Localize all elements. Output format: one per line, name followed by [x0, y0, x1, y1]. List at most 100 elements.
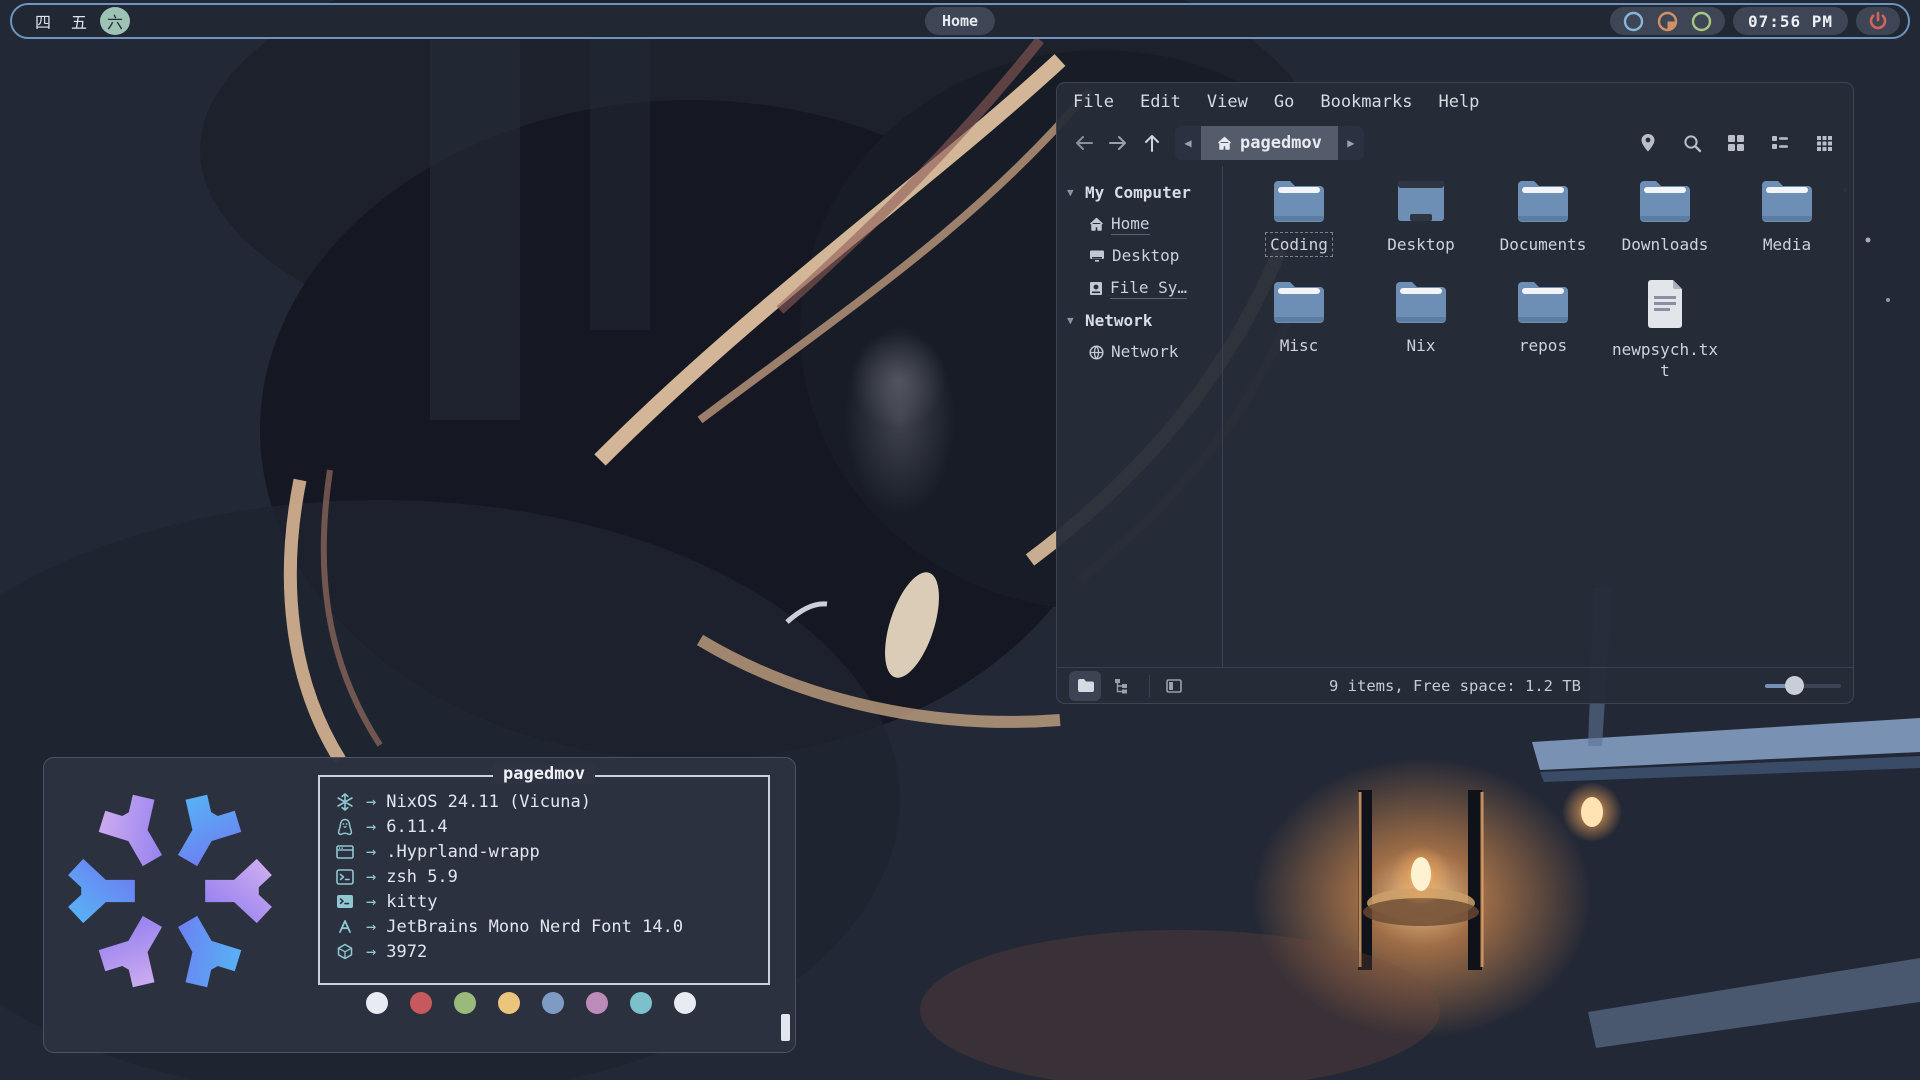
- packages-icon: [334, 943, 356, 960]
- tree-icon: [1113, 678, 1130, 694]
- orange-circle-icon[interactable]: [1657, 11, 1678, 32]
- forward-button[interactable]: [1101, 127, 1135, 159]
- fetch-row-terminal: → kitty: [334, 889, 768, 914]
- expander-icon[interactable]: ▼: [1067, 314, 1077, 327]
- sidebar-item-desktop[interactable]: Desktop: [1067, 240, 1222, 272]
- fastfetch-panel: pagedmov → NixOS 24.11 (Vicuna) → 6.11.4: [318, 775, 770, 985]
- shell-icon: [334, 869, 356, 885]
- filesystem-icon: [1089, 281, 1103, 296]
- font-icon: [334, 919, 356, 935]
- palette-dot-1: [410, 992, 432, 1014]
- sidebar-item-home[interactable]: Home: [1067, 208, 1222, 240]
- path-scroll-left-icon[interactable]: ◀: [1175, 126, 1201, 160]
- path-tab-label: pagedmov: [1240, 133, 1322, 153]
- workspace-4[interactable]: 四: [28, 7, 58, 35]
- terminal-scrollbar[interactable]: [781, 1014, 790, 1041]
- fetch-hostname: pagedmov: [493, 764, 595, 784]
- location-pin-icon[interactable]: [1633, 128, 1663, 158]
- side-pane-toggle-button[interactable]: [1158, 671, 1190, 701]
- palette-dot-7: [674, 992, 696, 1014]
- divider: [1149, 675, 1150, 697]
- clock[interactable]: 07:56 PM: [1733, 7, 1848, 35]
- wm-icon: [334, 844, 356, 860]
- palette-dot-2: [454, 992, 476, 1014]
- folder-icon: [1516, 279, 1570, 325]
- menu-help[interactable]: Help: [1438, 92, 1479, 112]
- file-item-newpsych-txt[interactable]: newpsych.txt: [1605, 279, 1725, 383]
- file-item-downloads[interactable]: Downloads: [1605, 178, 1725, 257]
- text-file-icon: [1645, 279, 1685, 329]
- fetch-row-font: → JetBrains Mono Nerd Font 14.0: [334, 914, 768, 939]
- folder-icon: [1760, 178, 1814, 224]
- file-item-media[interactable]: Media: [1727, 178, 1847, 257]
- up-button[interactable]: [1135, 127, 1169, 159]
- workspace-switcher: 四 五 六: [20, 7, 130, 35]
- zoom-slider[interactable]: [1765, 684, 1841, 688]
- file-icon-view: Coding Desktop Documents Downloads: [1223, 166, 1853, 667]
- power-button[interactable]: [1856, 7, 1900, 35]
- path-scroll-right-icon[interactable]: ▶: [1338, 126, 1364, 160]
- path-bar: ◀ pagedmov ▶: [1175, 126, 1364, 160]
- folder-icon: [1638, 178, 1692, 224]
- toolbar: ◀ pagedmov ▶: [1057, 120, 1853, 166]
- green-circle-icon[interactable]: [1691, 11, 1712, 32]
- active-window-title: Home: [925, 7, 995, 35]
- folder-icon: [1077, 678, 1094, 693]
- workspace-5[interactable]: 五: [64, 7, 94, 35]
- palette-dot-5: [586, 992, 608, 1014]
- folder-icon: [1516, 178, 1570, 224]
- file-item-misc[interactable]: Misc: [1239, 279, 1359, 383]
- folder-icon: [1272, 178, 1326, 224]
- file-manager-window: File Edit View Go Bookmarks Help ◀: [1056, 82, 1854, 704]
- sidebar-item-filesystem[interactable]: File Sy…: [1067, 272, 1222, 304]
- path-tab-home[interactable]: pagedmov: [1201, 126, 1338, 160]
- file-item-coding[interactable]: Coding: [1239, 178, 1359, 257]
- folder-icon: [1394, 279, 1448, 325]
- places-sidebar: ▼ My Computer Home Desktop: [1057, 166, 1223, 667]
- palette-dot-4: [542, 992, 564, 1014]
- home-icon: [1217, 136, 1232, 151]
- fetch-row-kernel: → 6.11.4: [334, 814, 768, 839]
- palette-dot-0: [366, 992, 388, 1014]
- file-item-repos[interactable]: repos: [1483, 279, 1603, 383]
- workspace-6-active[interactable]: 六: [100, 7, 130, 35]
- zoom-slider-knob[interactable]: [1785, 676, 1804, 695]
- palette-dot-6: [630, 992, 652, 1014]
- menu-go[interactable]: Go: [1274, 92, 1294, 112]
- back-button[interactable]: [1067, 127, 1101, 159]
- nixos-icon: [334, 793, 356, 811]
- menu-view[interactable]: View: [1207, 92, 1248, 112]
- list-view-icon[interactable]: [1765, 128, 1795, 158]
- kernel-icon: [334, 818, 356, 836]
- fetch-row-shell: → zsh 5.9: [334, 864, 768, 889]
- status-text: 9 items, Free space: 1.2 TB: [1329, 677, 1581, 695]
- sidebar-item-network[interactable]: Network: [1067, 336, 1222, 368]
- expander-icon[interactable]: ▼: [1067, 186, 1077, 199]
- sidebar-section-my-computer[interactable]: ▼ My Computer: [1067, 176, 1222, 208]
- fetch-row-os: → NixOS 24.11 (Vicuna): [334, 789, 768, 814]
- terminal-icon: [334, 894, 356, 909]
- compact-view-icon[interactable]: [1809, 128, 1839, 158]
- file-item-desktop[interactable]: Desktop: [1361, 178, 1481, 257]
- fetch-row-packages: → 3972: [334, 939, 768, 964]
- status-bar: 9 items, Free space: 1.2 TB: [1057, 667, 1853, 703]
- blue-circle-icon[interactable]: [1623, 11, 1644, 32]
- menu-file[interactable]: File: [1073, 92, 1114, 112]
- places-pane-button[interactable]: [1069, 671, 1101, 701]
- power-icon: [1868, 11, 1888, 31]
- fetch-row-wm: → .Hyprland-wrapp: [334, 839, 768, 864]
- search-icon[interactable]: [1677, 128, 1707, 158]
- desktop-icon: [1089, 249, 1105, 263]
- file-item-nix[interactable]: Nix: [1361, 279, 1481, 383]
- menu-bookmarks[interactable]: Bookmarks: [1320, 92, 1412, 112]
- home-icon: [1089, 217, 1104, 232]
- folder-icon: [1272, 279, 1326, 325]
- side-panel-icon: [1166, 679, 1182, 693]
- file-item-documents[interactable]: Documents: [1483, 178, 1603, 257]
- icon-view-icon[interactable]: [1721, 128, 1751, 158]
- menu-edit[interactable]: Edit: [1140, 92, 1181, 112]
- sidebar-section-network[interactable]: ▼ Network: [1067, 304, 1222, 336]
- tree-pane-button[interactable]: [1105, 671, 1137, 701]
- terminal-color-palette: [366, 992, 696, 1014]
- top-bar: 四 五 六 Home 07:56 PM: [10, 3, 1910, 39]
